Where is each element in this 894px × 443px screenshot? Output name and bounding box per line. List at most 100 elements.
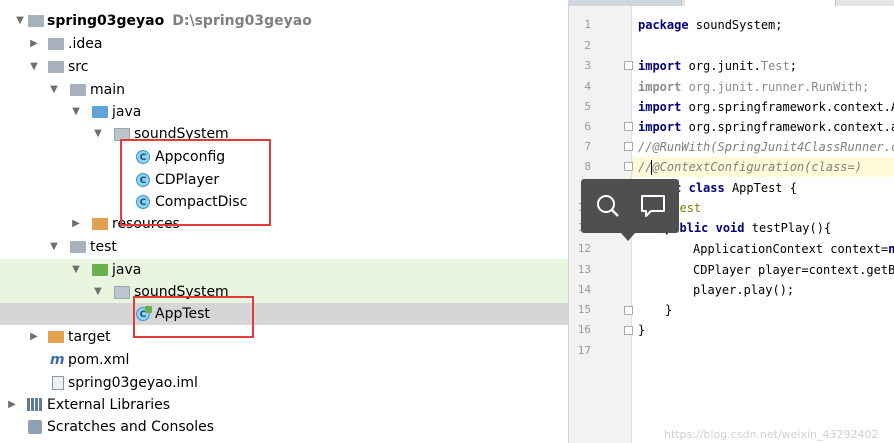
code-line[interactable]: //@RunWith(SpringJunit4ClassRunner.cl <box>638 137 894 157</box>
tree-root-path: D:\spring03geyao <box>172 13 312 29</box>
code-line[interactable]: player.play(); <box>693 280 794 300</box>
folder-icon <box>48 37 64 51</box>
tree-item-label: .idea <box>68 36 103 52</box>
line-number: 14 <box>577 283 591 296</box>
fold-marker[interactable] <box>624 61 633 70</box>
chevron-down-icon[interactable]: ▼ <box>48 236 60 258</box>
code-token: new <box>888 242 894 256</box>
tree-item-label: src <box>68 59 89 75</box>
code-line[interactable]: import org.springframework.context.ann <box>638 117 894 137</box>
code-line[interactable]: package soundSystem; <box>638 15 783 35</box>
search-icon[interactable] <box>593 191 623 221</box>
line-number: 5 <box>584 100 591 113</box>
tree-item-scratches[interactable]: Scratches and Consoles <box>0 416 568 438</box>
fold-marker[interactable] <box>624 326 633 335</box>
code-line[interactable]: import org.junit.runner.RunWith; <box>638 77 869 97</box>
tree-item-label: java <box>112 104 142 120</box>
fold-marker[interactable] <box>624 122 633 131</box>
source-folder-icon <box>92 105 108 119</box>
code-token: import <box>638 120 682 134</box>
tree-item-main-java[interactable]: ▼ java <box>0 101 568 123</box>
resources-folder-icon <box>92 217 108 231</box>
tree-item-apptest[interactable]: C AppTest <box>0 303 568 325</box>
code-line[interactable]: } <box>665 300 672 320</box>
code-token: ; <box>789 59 797 73</box>
tree-root-row[interactable]: ▼ spring03geyao D:\spring03geyao <box>0 10 568 32</box>
tree-item-test-java[interactable]: ▼ java <box>0 259 568 281</box>
highlight-box-main-classes <box>120 139 271 226</box>
code-line[interactable]: public void testPlay(){ <box>665 218 831 238</box>
comment-icon[interactable] <box>638 191 668 221</box>
code-line[interactable]: } <box>638 320 645 340</box>
line-number: 13 <box>577 263 591 276</box>
tree-item-external-libraries[interactable]: ▶ External Libraries <box>0 394 568 416</box>
chevron-down-icon[interactable]: ▼ <box>28 56 40 78</box>
code-token: Test <box>760 59 790 73</box>
code-token: soundSystem; <box>688 18 783 32</box>
line-number: 15 <box>577 303 591 316</box>
fold-marker[interactable] <box>624 142 633 151</box>
tree-item-src[interactable]: ▼ src <box>0 56 568 78</box>
code-token: org.springframework.context.App <box>681 100 894 114</box>
tree-item-appconfig[interactable]: C Appconfig <box>0 146 568 168</box>
code-line[interactable]: import org.junit.Test; <box>638 56 797 76</box>
tree-item-compactdisc[interactable]: C CompactDisc <box>0 191 568 213</box>
tree-item-test-soundsystem[interactable]: ▼ soundSystem <box>0 281 568 303</box>
file-icon <box>52 376 68 390</box>
line-number: 1 <box>584 18 591 31</box>
code-token: class <box>688 181 725 195</box>
line-number: 8 <box>584 160 591 173</box>
tree-item-label: test <box>90 239 117 255</box>
folder-icon <box>70 83 86 97</box>
line-number: 3 <box>584 59 591 72</box>
line-number: 17 <box>577 344 591 357</box>
chevron-right-icon[interactable]: ▶ <box>28 33 40 55</box>
line-number: 12 <box>577 242 591 255</box>
tree-item-label: pom.xml <box>68 352 130 368</box>
tree-item-iml[interactable]: spring03geyao.iml <box>0 372 568 394</box>
highlight-box-test-class <box>133 296 254 338</box>
tree-item-label: java <box>112 262 142 278</box>
code-token: player.play(); <box>693 283 795 297</box>
fold-marker[interactable] <box>624 306 633 315</box>
code-token: void <box>715 221 745 235</box>
floating-toolbar <box>581 179 679 233</box>
code-line[interactable]: //@ContextConfiguration(class=) <box>638 157 862 177</box>
chevron-right-icon[interactable]: ▶ <box>28 326 40 348</box>
code-token: //@RunWith(SpringJunit4ClassRunner.cl <box>638 140 894 154</box>
code-token: } <box>638 323 646 337</box>
tree-item-idea[interactable]: ▶ .idea <box>0 33 568 55</box>
tree-item-target[interactable]: ▶ target <box>0 326 568 348</box>
chevron-down-icon[interactable]: ▼ <box>70 101 82 123</box>
editor-tab-active[interactable] <box>685 0 836 6</box>
floating-toolbar-pointer <box>621 233 635 241</box>
tree-item-main[interactable]: ▼ main <box>0 79 568 101</box>
tree-item-test[interactable]: ▼ test <box>0 236 568 258</box>
code-token: package <box>638 18 689 32</box>
code-line[interactable]: CDPlayer player=context.getBea <box>693 260 894 280</box>
chevron-down-icon[interactable]: ▼ <box>48 79 60 101</box>
module-icon <box>28 14 44 28</box>
chevron-right-icon[interactable]: ▶ <box>6 394 18 416</box>
tree-item-resources[interactable]: ▶ resources <box>0 213 568 235</box>
tree-item-main-soundsystem[interactable]: ▼ soundSystem <box>0 123 568 145</box>
chevron-down-icon[interactable]: ▼ <box>70 259 82 281</box>
chevron-right-icon[interactable]: ▶ <box>70 213 82 235</box>
tree-item-cdplayer[interactable]: C CDPlayer <box>0 169 568 191</box>
chevron-down-icon[interactable]: ▼ <box>92 281 104 303</box>
line-number: 16 <box>577 323 591 336</box>
fold-marker[interactable] <box>624 162 633 171</box>
code-line[interactable]: import org.springframework.context.App <box>638 97 894 117</box>
library-icon <box>27 398 43 412</box>
code-line[interactable]: ApplicationContext context=new <box>693 239 894 259</box>
folder-icon <box>70 240 86 254</box>
code-token: } <box>665 303 673 317</box>
chevron-down-icon[interactable]: ▼ <box>14 10 26 32</box>
project-tool-window: ▼ spring03geyao D:\spring03geyao ▶ .idea … <box>0 0 568 443</box>
tree-item-label: target <box>68 329 111 345</box>
watermark-text: https://blog.csdn.net/weixin_43292402 <box>664 428 879 441</box>
tree-item-pom[interactable]: m pom.xml <box>0 349 568 371</box>
chevron-down-icon[interactable]: ▼ <box>92 123 104 145</box>
